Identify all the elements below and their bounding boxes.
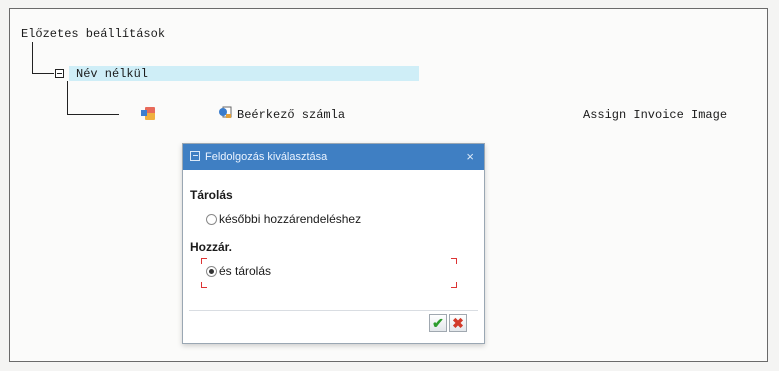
radio-and-store[interactable]: [206, 266, 217, 277]
tree-node-label[interactable]: Név nélkül: [76, 67, 148, 81]
confirm-button[interactable]: ✔: [429, 314, 447, 332]
dialog-title-bar[interactable]: Feldolgozás kiválasztása ×: [183, 144, 484, 170]
tree-connector: [32, 73, 54, 74]
radio-later-assignment[interactable]: [206, 214, 217, 225]
selection-dialog: Feldolgozás kiválasztása × Tárolás későb…: [182, 143, 485, 344]
collapse-icon[interactable]: [55, 69, 64, 78]
radio-and-store-label[interactable]: és tárolás: [219, 264, 271, 278]
tree-connector: [67, 114, 119, 115]
focus-corner: [451, 282, 457, 288]
dialog-separator: [189, 310, 478, 311]
focus-corner: [201, 258, 207, 264]
cancel-button[interactable]: ✖: [449, 314, 467, 332]
tree-connector: [67, 81, 68, 115]
dialog-title: Feldolgozás kiválasztása: [205, 151, 328, 163]
section-label-storage: Tárolás: [190, 188, 233, 202]
radio-later-assignment-label[interactable]: későbbi hozzárendeléshez: [219, 212, 361, 226]
close-icon[interactable]: ×: [466, 149, 474, 164]
focus-corner: [451, 258, 457, 264]
cancel-icon: ✖: [452, 315, 464, 331]
section-label-assign: Hozzár.: [190, 240, 233, 254]
document-icon[interactable]: [141, 107, 155, 120]
dialog-icon: [190, 151, 200, 161]
check-icon: ✔: [432, 315, 444, 331]
focus-corner: [201, 282, 207, 288]
tree-child-action: Assign Invoice Image: [583, 108, 728, 122]
tree-root-label[interactable]: Előzetes beállítások: [21, 27, 165, 41]
tree-child-label[interactable]: Beérkező számla: [237, 108, 345, 122]
tree-connector: [32, 42, 33, 74]
invoice-icon[interactable]: [218, 106, 232, 119]
